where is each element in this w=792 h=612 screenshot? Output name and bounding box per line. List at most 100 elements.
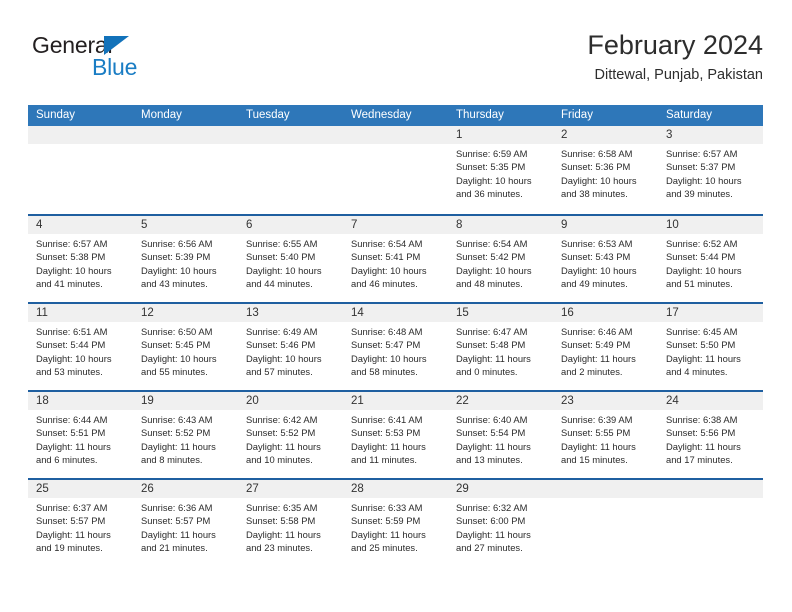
calendar-day-1[interactable]: 1 Sunrise: 6:59 AM Sunset: 5:35 PM Daylight…	[448, 126, 553, 214]
day-info-line: Sunrise: 6:43 AM	[141, 414, 213, 425]
calendar-day-10[interactable]: 10 Sunrise: 6:52 AM Sunset: 5:44 PM Dayligh…	[658, 216, 763, 302]
day-sun-info: Sunrise: 6:38 AM Sunset: 5:56 PM Daylight:…	[658, 410, 763, 467]
day-info-line: Daylight: 11 hours	[561, 352, 636, 364]
day-number: 18	[28, 392, 133, 410]
day-number: 16	[553, 304, 658, 322]
calendar-day-16[interactable]: 16 Sunrise: 6:46 AM Sunset: 5:49 PM Dayligh…	[553, 304, 658, 390]
day-info-line: and 11 minutes.	[351, 454, 418, 466]
calendar-day-4[interactable]: 4 Sunrise: 6:57 AM Sunset: 5:38 PM Daylight…	[28, 216, 133, 302]
day-info-line: Sunset: 5:52 PM	[246, 427, 316, 439]
calendar-day-9[interactable]: 9 Sunrise: 6:53 AM Sunset: 5:43 PM Daylight…	[553, 216, 658, 302]
day-info-line: and 0 minutes.	[456, 366, 518, 378]
page-header: General Blue February 2024 Dittewal, Pun…	[28, 28, 763, 100]
day-info-line: Daylight: 11 hours	[351, 440, 426, 452]
calendar-day-27[interactable]: 27 Sunrise: 6:35 AM Sunset: 5:58 PM Dayligh…	[238, 480, 343, 566]
day-sun-info: Sunrise: 6:57 AM Sunset: 5:37 PM Daylight:…	[658, 144, 763, 201]
day-info-line: Daylight: 11 hours	[666, 352, 741, 364]
calendar-day-26[interactable]: 26 Sunrise: 6:36 AM Sunset: 5:57 PM Dayligh…	[133, 480, 238, 566]
calendar-week-row: 18 Sunrise: 6:44 AM Sunset: 5:51 PM Dayligh…	[28, 390, 763, 478]
day-number: 8	[448, 216, 553, 234]
day-info-line: and 58 minutes.	[351, 366, 418, 378]
day-sun-info: Sunrise: 6:51 AM Sunset: 5:44 PM Daylight:…	[28, 322, 133, 379]
day-info-line: Sunset: 5:35 PM	[456, 161, 526, 173]
calendar-day-29[interactable]: 29 Sunrise: 6:32 AM Sunset: 6:00 PM Dayligh…	[448, 480, 553, 566]
day-sun-info: Sunrise: 6:46 AM Sunset: 5:49 PM Daylight:…	[553, 322, 658, 379]
day-sun-info: Sunrise: 6:37 AM Sunset: 5:57 PM Daylight:…	[28, 498, 133, 555]
day-info-line: and 13 minutes.	[456, 454, 523, 466]
calendar-day-17[interactable]: 17 Sunrise: 6:45 AM Sunset: 5:50 PM Dayligh…	[658, 304, 763, 390]
day-number	[343, 126, 448, 144]
day-sun-info: Sunrise: 6:41 AM Sunset: 5:53 PM Daylight:…	[343, 410, 448, 467]
calendar-page: General Blue February 2024 Dittewal, Pun…	[0, 0, 792, 612]
day-number: 19	[133, 392, 238, 410]
day-info-line: and 6 minutes.	[36, 454, 98, 466]
day-info-line: Daylight: 10 hours	[246, 352, 322, 364]
day-number: 22	[448, 392, 553, 410]
calendar-day-23[interactable]: 23 Sunrise: 6:39 AM Sunset: 5:55 PM Dayligh…	[553, 392, 658, 478]
title-block: February 2024 Dittewal, Punjab, Pakistan	[587, 28, 763, 84]
calendar-day-20[interactable]: 20 Sunrise: 6:42 AM Sunset: 5:52 PM Dayligh…	[238, 392, 343, 478]
day-info-line: Sunset: 5:57 PM	[141, 515, 211, 527]
calendar-day-11[interactable]: 11 Sunrise: 6:51 AM Sunset: 5:44 PM Dayligh…	[28, 304, 133, 390]
calendar-day-18[interactable]: 18 Sunrise: 6:44 AM Sunset: 5:51 PM Dayligh…	[28, 392, 133, 478]
day-info-line: Daylight: 10 hours	[36, 264, 112, 276]
calendar-week-row: 4 Sunrise: 6:57 AM Sunset: 5:38 PM Daylight…	[28, 214, 763, 302]
day-info-line: Sunset: 5:43 PM	[561, 251, 631, 263]
day-info-line: Daylight: 10 hours	[666, 264, 742, 276]
calendar-day-6[interactable]: 6 Sunrise: 6:55 AM Sunset: 5:40 PM Daylight…	[238, 216, 343, 302]
calendar-day-28[interactable]: 28 Sunrise: 6:33 AM Sunset: 5:59 PM Dayligh…	[343, 480, 448, 566]
calendar-day-19[interactable]: 19 Sunrise: 6:43 AM Sunset: 5:52 PM Dayligh…	[133, 392, 238, 478]
calendar-day-25[interactable]: 25 Sunrise: 6:37 AM Sunset: 5:57 PM Dayligh…	[28, 480, 133, 566]
calendar-day-21[interactable]: 21 Sunrise: 6:41 AM Sunset: 5:53 PM Dayligh…	[343, 392, 448, 478]
day-info-line: Daylight: 11 hours	[246, 440, 321, 452]
day-info-line: Sunset: 5:55 PM	[561, 427, 631, 439]
day-number: 13	[238, 304, 343, 322]
day-info-line: Sunrise: 6:46 AM	[561, 326, 633, 337]
day-info-line: Sunset: 5:46 PM	[246, 339, 316, 351]
calendar-day-7[interactable]: 7 Sunrise: 6:54 AM Sunset: 5:41 PM Daylight…	[343, 216, 448, 302]
calendar-day-22[interactable]: 22 Sunrise: 6:40 AM Sunset: 5:54 PM Dayligh…	[448, 392, 553, 478]
day-info-line: Sunrise: 6:41 AM	[351, 414, 423, 425]
day-info-line: and 10 minutes.	[246, 454, 313, 466]
calendar-day-14[interactable]: 14 Sunrise: 6:48 AM Sunset: 5:47 PM Dayligh…	[343, 304, 448, 390]
day-number: 23	[553, 392, 658, 410]
general-blue-logo[interactable]: General Blue	[32, 34, 202, 90]
day-number: 7	[343, 216, 448, 234]
day-info-line: Daylight: 10 hours	[456, 174, 532, 186]
calendar-day-8[interactable]: 8 Sunrise: 6:54 AM Sunset: 5:42 PM Daylight…	[448, 216, 553, 302]
calendar-day-3[interactable]: 3 Sunrise: 6:57 AM Sunset: 5:37 PM Daylight…	[658, 126, 763, 214]
day-info-line: Sunrise: 6:52 AM	[666, 238, 738, 249]
day-number: 11	[28, 304, 133, 322]
calendar-day-13[interactable]: 13 Sunrise: 6:49 AM Sunset: 5:46 PM Dayligh…	[238, 304, 343, 390]
calendar-day-15[interactable]: 15 Sunrise: 6:47 AM Sunset: 5:48 PM Dayligh…	[448, 304, 553, 390]
calendar-day-2[interactable]: 2 Sunrise: 6:58 AM Sunset: 5:36 PM Daylight…	[553, 126, 658, 214]
day-info-line: and 48 minutes.	[456, 278, 523, 290]
day-info-line: and 39 minutes.	[666, 188, 733, 200]
day-info-line: Sunset: 5:50 PM	[666, 339, 736, 351]
day-sun-info: Sunrise: 6:48 AM Sunset: 5:47 PM Daylight:…	[343, 322, 448, 379]
day-number: 27	[238, 480, 343, 498]
calendar-day-5[interactable]: 5 Sunrise: 6:56 AM Sunset: 5:39 PM Daylight…	[133, 216, 238, 302]
weekday-header-monday: Monday	[141, 109, 182, 121]
day-sun-info: Sunrise: 6:54 AM Sunset: 5:42 PM Daylight:…	[448, 234, 553, 291]
day-info-line: Sunset: 5:45 PM	[141, 339, 211, 351]
day-info-line: Daylight: 10 hours	[666, 174, 742, 186]
calendar-day-24[interactable]: 24 Sunrise: 6:38 AM Sunset: 5:56 PM Dayligh…	[658, 392, 763, 478]
day-info-line: Sunset: 5:39 PM	[141, 251, 211, 263]
day-info-line: and 23 minutes.	[246, 542, 313, 554]
day-number: 6	[238, 216, 343, 234]
day-info-line: Daylight: 11 hours	[36, 528, 111, 540]
calendar-day-empty	[133, 126, 238, 214]
day-number	[28, 126, 133, 144]
calendar-day-12[interactable]: 12 Sunrise: 6:50 AM Sunset: 5:45 PM Dayligh…	[133, 304, 238, 390]
day-info-line: Sunset: 5:38 PM	[36, 251, 106, 263]
page-title: February 2024	[587, 30, 763, 60]
day-info-line: Daylight: 10 hours	[246, 264, 322, 276]
day-info-line: and 44 minutes.	[246, 278, 313, 290]
day-info-line: Sunrise: 6:49 AM	[246, 326, 318, 337]
day-info-line: Sunrise: 6:42 AM	[246, 414, 318, 425]
day-info-line: Sunrise: 6:39 AM	[561, 414, 633, 425]
day-info-line: Sunset: 5:49 PM	[561, 339, 631, 351]
day-info-line: Daylight: 11 hours	[666, 440, 741, 452]
weekday-header-tuesday: Tuesday	[246, 109, 290, 121]
